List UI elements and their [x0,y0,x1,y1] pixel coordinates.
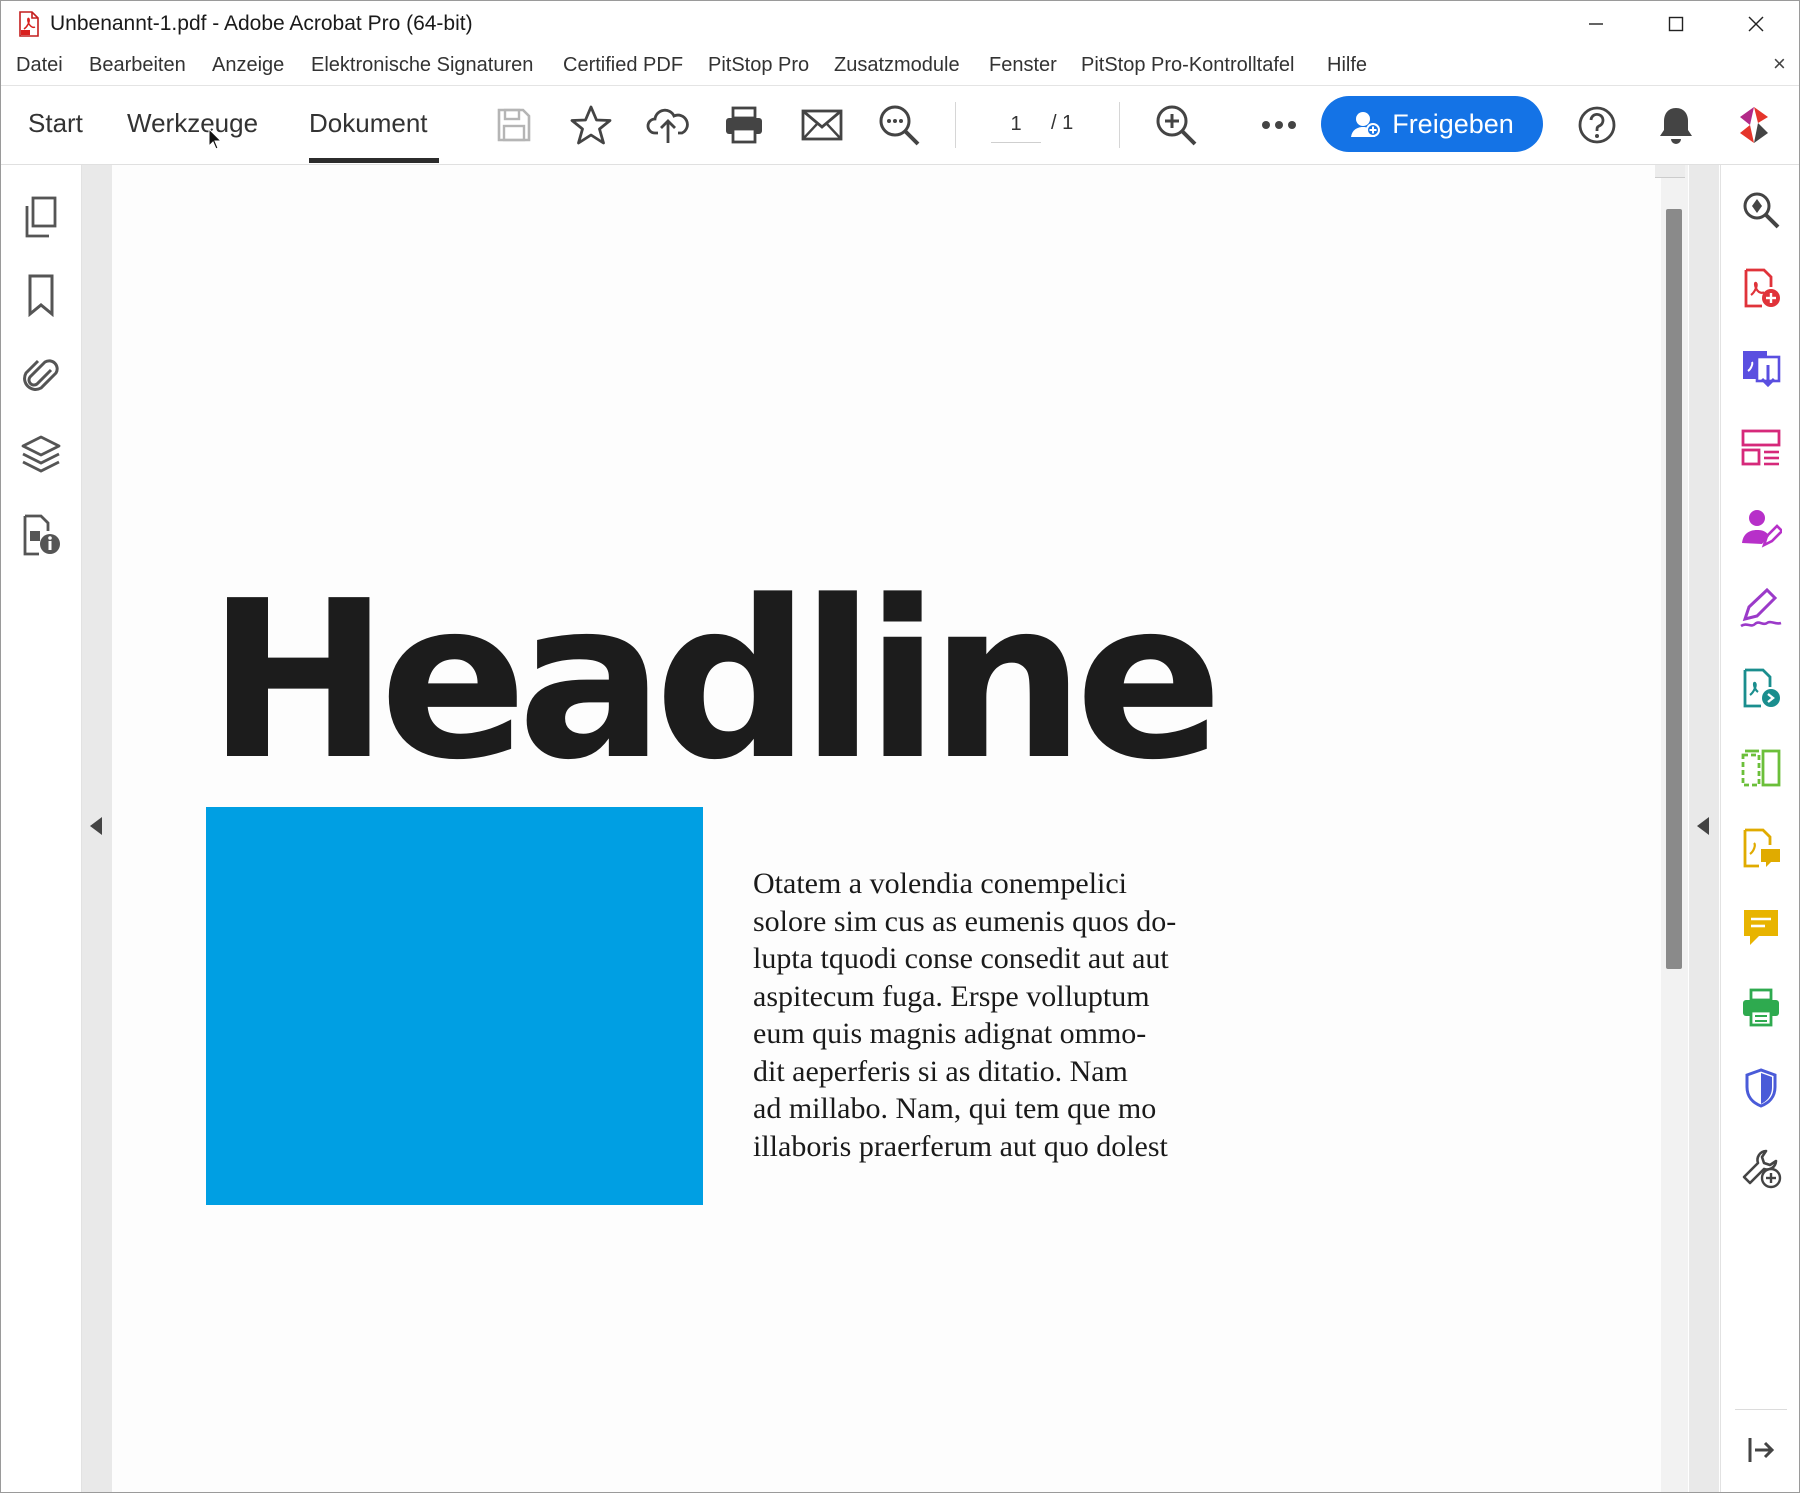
rail-divider [1735,1409,1787,1410]
scrollbar-top-button[interactable] [1655,165,1685,178]
tab-start[interactable]: Start [28,108,83,139]
print-icon[interactable] [719,100,769,150]
find-text-icon[interactable] [874,100,924,150]
scrollbar-thumb[interactable] [1666,209,1682,969]
title-bar: Unbenannt-1.pdf - Adobe Acrobat Pro (64-… [1,1,1799,47]
close-icon[interactable] [1726,7,1786,41]
document-headline: Headline [207,555,1223,808]
zoom-in-icon[interactable] [1151,100,1201,150]
more-options-icon[interactable] [1254,100,1304,150]
toolbar: Start Werkzeuge Dokument 1 / 1 Freigeben [1,86,1799,165]
fill-sign-icon[interactable] [1738,585,1784,631]
right-tools-rail [1720,165,1799,1492]
page-number-input[interactable]: 1 [991,106,1041,143]
active-tab-indicator [309,158,439,163]
organize-pages-icon[interactable] [1738,425,1784,471]
menu-datei[interactable]: Datei [16,54,63,77]
protect-icon[interactable] [1738,1065,1784,1111]
export-pdf-icon[interactable] [1738,345,1784,391]
menu-anzeige[interactable]: Anzeige [212,54,284,77]
left-navigation-rail [1,165,82,1492]
collapse-panel-icon[interactable] [1738,1427,1784,1473]
acrobat-window: Unbenannt-1.pdf - Adobe Acrobat Pro (64-… [0,0,1800,1493]
print-production-icon[interactable] [1738,985,1784,1031]
adobe-account-icon[interactable] [1729,100,1779,150]
menu-fenster[interactable]: Fenster [989,54,1057,77]
body-line: eum quis magnis adignat ommo- [753,1017,1147,1050]
body-line: lupta tquodi conse consedit aut aut [753,942,1169,975]
maximize-icon[interactable] [1646,7,1706,41]
menubar-close-icon[interactable]: × [1773,51,1786,77]
page-total: / 1 [1051,112,1074,134]
toolbar-separator [1119,102,1120,148]
expand-right-icon [1697,817,1709,835]
expand-left-icon [90,817,102,835]
tab-werkzeuge[interactable]: Werkzeuge [127,108,258,139]
mouse-cursor-icon [208,127,223,150]
upload-cloud-icon[interactable] [643,100,693,150]
body-line: Otatem a volendia conempelici [753,867,1128,900]
zoom-find-icon[interactable] [1738,187,1784,233]
document-body-text: Otatem a volendia conempelici solore sim… [753,865,1253,1165]
menu-pitstop-pro[interactable]: PitStop Pro [708,54,809,77]
bookmark-star-icon[interactable] [566,100,616,150]
menu-zusatzmodule[interactable]: Zusatzmodule [834,54,960,77]
help-icon[interactable] [1572,100,1622,150]
compare-files-icon[interactable] [1738,745,1784,791]
share-button[interactable]: Freigeben [1321,96,1543,152]
document-page: Headline Otatem a volendia conempelici s… [112,165,1688,1492]
menu-bearbeiten[interactable]: Bearbeiten [89,54,186,77]
toolbar-separator [955,102,956,148]
notifications-icon[interactable] [1651,100,1701,150]
left-panel-collapse[interactable] [82,165,112,1492]
minimize-icon[interactable] [1566,7,1626,41]
menu-elektronische-signaturen[interactable]: Elektronische Signaturen [311,54,533,77]
comment-icon[interactable] [1738,905,1784,951]
tab-dokument[interactable]: Dokument [309,108,428,139]
bookmarks-icon[interactable] [17,271,65,319]
body-line: solore sim cus as eumenis quos do- [753,904,1177,938]
layers-icon[interactable] [17,431,65,479]
body-line: aspitecum fuga. Erspe volluptum [753,979,1150,1013]
body-line: ad millabo. Nam, qui tem que mo [753,1092,1157,1125]
body-line: dit aeperferis si as ditatio. Nam [753,1054,1128,1088]
create-pdf-icon[interactable] [1738,265,1784,311]
menu-certified-pdf[interactable]: Certified PDF [563,54,683,77]
send-for-review-icon[interactable] [1738,665,1784,711]
more-tools-icon[interactable] [1738,1145,1784,1191]
menu-hilfe[interactable]: Hilfe [1327,54,1367,77]
window-title: Unbenannt-1.pdf - Adobe Acrobat Pro (64-… [50,12,473,35]
share-button-label: Freigeben [1392,108,1514,139]
comment-file-icon[interactable] [1738,825,1784,871]
acrobat-pdf-icon [18,11,40,37]
email-icon[interactable] [797,100,847,150]
attachments-icon[interactable] [17,351,65,399]
blue-rectangle [206,807,703,1205]
document-properties-icon[interactable] [17,511,65,559]
share-user-icon [1351,112,1381,137]
page-thumbnails-icon[interactable] [17,193,65,241]
save-icon[interactable] [489,100,539,150]
menu-pitstop-kontrolltafel[interactable]: PitStop Pro-Kontrolltafel [1081,54,1294,77]
right-panel-collapse[interactable] [1689,165,1719,1492]
body-line: illaboris praerferum aut quo dolest [753,1129,1168,1163]
request-signature-icon[interactable] [1738,505,1784,551]
menu-bar: Datei Bearbeiten Anzeige Elektronische S… [1,47,1799,86]
